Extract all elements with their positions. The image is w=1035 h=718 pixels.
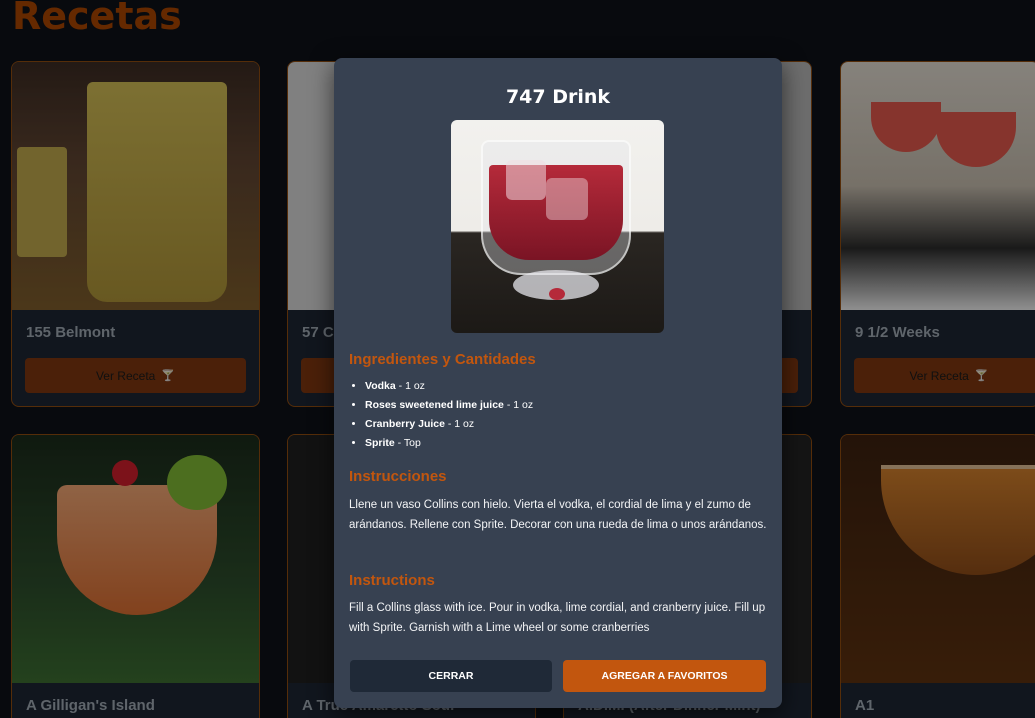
list-item: Roses sweetened lime juice - 1 oz	[365, 396, 533, 415]
instructions-en-text: Fill a Collins glass with ice. Pour in v…	[349, 602, 766, 634]
ingredient-name: Sprite	[365, 437, 395, 449]
list-item: Vodka - 1 oz	[365, 377, 533, 396]
close-button[interactable]: CERRAR	[350, 660, 552, 692]
list-item: Sprite - Top	[365, 434, 533, 453]
add-to-favorites-button[interactable]: AGREGAR A FAVORITOS	[563, 660, 766, 692]
instructions-es-heading: Instrucciones	[349, 468, 447, 485]
ingredient-name: Roses sweetened lime juice	[365, 399, 504, 411]
instructions-en-heading: Instructions	[349, 572, 435, 589]
ingredients-list: Vodka - 1 oz Roses sweetened lime juice …	[365, 377, 533, 453]
ingredient-amount: - 1 oz	[503, 399, 534, 411]
list-item: Cranberry Juice - 1 oz	[365, 415, 533, 434]
recipe-modal: 747 Drink Ingredientes y Cantidades Vodk…	[334, 58, 782, 708]
modal-title: 747 Drink	[505, 86, 611, 108]
ingredient-amount: - Top	[394, 437, 421, 449]
instructions-es-text: Llene un vaso Collins con hielo. Vierta …	[349, 499, 767, 531]
ingredient-name: Vodka	[365, 380, 396, 392]
ingredient-amount: - 1 oz	[395, 380, 425, 392]
ingredient-amount: - 1 oz	[444, 418, 475, 430]
ingredients-heading: Ingredientes y Cantidades	[349, 351, 536, 368]
drink-image	[451, 120, 664, 333]
ingredient-name: Cranberry Juice	[365, 418, 445, 430]
